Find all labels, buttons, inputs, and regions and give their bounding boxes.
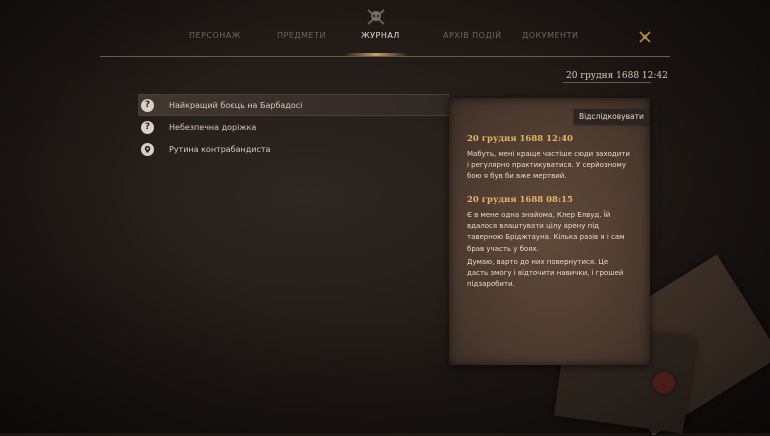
question-icon: ?: [141, 120, 154, 134]
quest-item-smuggler-routine[interactable]: Рутина контрабандиста: [138, 139, 450, 159]
tab-character[interactable]: ПЕРСОНАЖ: [189, 31, 241, 40]
close-icon[interactable]: [638, 30, 652, 44]
entry-text: Мабуть, мені краще частіше сюди заходити…: [467, 150, 630, 181]
track-quest-button[interactable]: Відслідковувати: [574, 109, 649, 124]
quest-label: Найкращий боєць на Барбадосі: [169, 100, 303, 110]
entry-date: 20 грудня 1688 12:40: [467, 134, 573, 144]
quest-item-dangerous-path[interactable]: ? Небезпечна доріжка: [138, 117, 450, 137]
entry-text: Думаю, варто до них повернутися. Це даст…: [467, 258, 624, 289]
nav-divider: [100, 56, 670, 57]
wax-seal: [653, 372, 675, 394]
question-icon: ?: [141, 98, 154, 112]
tab-journal[interactable]: ЖУРНАЛ: [361, 31, 400, 40]
tab-events-archive[interactable]: АРХІВ ПОДІЙ: [443, 31, 502, 40]
entry-date: 20 грудня 1688 08:15: [467, 195, 573, 205]
quest-label: Небезпечна доріжка: [169, 122, 257, 132]
location-pin-icon: [141, 142, 154, 156]
quest-item-best-fighter[interactable]: ? Найкращий боєць на Барбадосі: [138, 94, 450, 116]
current-date: 20 грудня 1688 12:42: [566, 71, 668, 81]
active-tab-indicator: [344, 53, 408, 56]
tab-documents[interactable]: ДОКУМЕНТИ: [522, 31, 578, 40]
date-divider: [563, 82, 651, 83]
skull-crossbones-icon: [367, 9, 385, 25]
quest-label: Рутина контрабандиста: [169, 144, 271, 154]
tab-items[interactable]: ПРЕДМЕТИ: [277, 31, 326, 40]
entry-text: Є в мене одна знайома, Клер Елвуд. Їй вд…: [467, 211, 625, 253]
